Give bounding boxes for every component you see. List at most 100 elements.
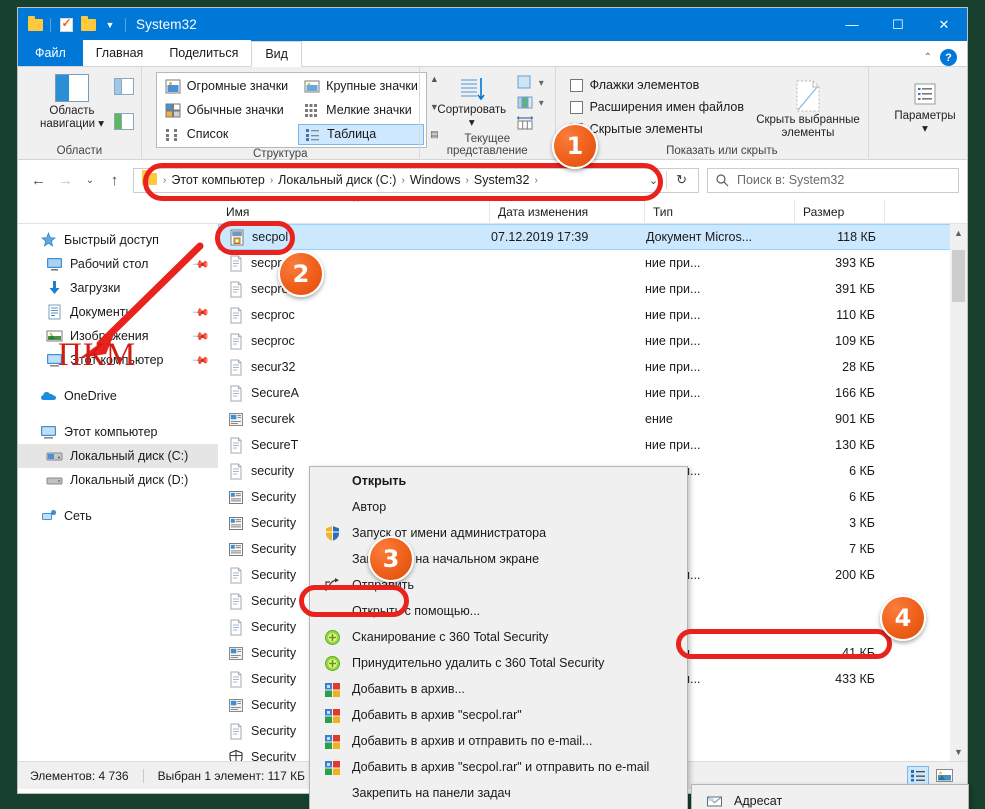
- layout-medium-icons[interactable]: Обычные значки: [159, 101, 294, 120]
- refresh-icon[interactable]: ↻: [667, 172, 696, 188]
- menu-item[interactable]: Принудительно удалить с 360 Total Securi…: [310, 650, 687, 676]
- maximize-button[interactable]: ☐: [875, 8, 921, 41]
- table-row[interactable]: SecureA ние при... 166 КБ: [218, 380, 967, 406]
- menu-item[interactable]: Добавить в архив и отправить по e-mail..…: [310, 728, 687, 754]
- up-button[interactable]: ↑: [102, 167, 127, 193]
- screenshot-root: ▼ System32 — ☐ ✕ Файл Главная Поделиться…: [0, 0, 985, 809]
- file-size-cell: 393 КБ: [835, 256, 875, 270]
- navigation-pane-button[interactable]: Область навигации ▾: [36, 72, 108, 131]
- badge-1: 1: [552, 123, 598, 169]
- scroll-down-icon[interactable]: ▼: [954, 747, 963, 761]
- hide-selected-items-button[interactable]: Скрыть выбранные элементы: [754, 72, 862, 140]
- search-box[interactable]: Поиск в: System32: [707, 167, 959, 193]
- menu-item[interactable]: Открыть: [310, 468, 687, 494]
- group-by-button[interactable]: ▾: [516, 94, 544, 112]
- menu-item[interactable]: Добавить в архив...: [310, 676, 687, 702]
- send-to-submenu[interactable]: АдресатДокументыПолучатель факсаРабочий …: [691, 784, 969, 809]
- breadcrumb-item-1[interactable]: Локальный диск (C:): [274, 171, 400, 189]
- hdd-icon: [46, 477, 63, 485]
- breadcrumb-item-2[interactable]: Windows: [406, 171, 465, 189]
- properties-icon[interactable]: [55, 14, 77, 36]
- sidebar-item-onedrive[interactable]: OneDrive: [18, 384, 218, 408]
- item-checkboxes-checkbox[interactable]: [569, 78, 583, 92]
- options-button[interactable]: Параметры ▾: [889, 78, 961, 136]
- menu-item[interactable]: Открыть с помощью...: [310, 598, 687, 624]
- minimize-button[interactable]: —: [829, 8, 875, 41]
- back-button[interactable]: ←: [26, 167, 51, 193]
- table-row[interactable]: securek ение 901 КБ: [218, 406, 967, 432]
- menu-item[interactable]: Автор: [310, 494, 687, 520]
- layout-small-icons[interactable]: Мелкие значки: [298, 101, 424, 120]
- sidebar-item-network[interactable]: Сеть: [18, 504, 218, 528]
- recent-locations-button[interactable]: ⌄: [80, 167, 100, 193]
- large-icons-view-button[interactable]: [933, 766, 955, 785]
- add-columns-button[interactable]: ▾: [516, 74, 544, 92]
- column-header-size[interactable]: Размер: [795, 199, 885, 224]
- collapse-ribbon-icon[interactable]: ⌃: [924, 52, 932, 63]
- breadcrumb-item-3[interactable]: System32: [470, 171, 534, 189]
- menu-item[interactable]: Запуск от имени администратора: [310, 520, 687, 546]
- column-header-spacer: [885, 200, 967, 224]
- hide-selected-icon: [796, 80, 820, 112]
- ribbon-group-options-label: [875, 157, 961, 160]
- scroll-thumb[interactable]: [952, 250, 965, 302]
- forward-button[interactable]: →: [53, 167, 78, 193]
- checkbox-file-extensions[interactable]: Расширения имен файлов: [569, 96, 744, 118]
- details-pane-icon[interactable]: [114, 113, 134, 130]
- sidebar-item-this-pc[interactable]: Этот компьютер: [18, 420, 218, 444]
- column-header-type[interactable]: Тип: [645, 199, 795, 224]
- sidebar-item-local-disk-d[interactable]: Локальный диск (D:): [18, 468, 218, 492]
- table-row[interactable]: secproc ние при... 391 КБ: [218, 276, 967, 302]
- sidebar-label-local-disk-d: Локальный диск (D:): [70, 473, 189, 487]
- sidebar-label-this-pc: Этот компьютер: [64, 425, 158, 439]
- sort-button[interactable]: Сортировать ▾: [436, 72, 508, 130]
- folder-icon[interactable]: [24, 14, 46, 36]
- breadcrumb-item-0[interactable]: Этот компьютер: [167, 171, 268, 189]
- vertical-scrollbar[interactable]: ▲ ▼: [950, 224, 967, 761]
- tab-view[interactable]: Вид: [251, 41, 302, 67]
- table-row[interactable]: secur32 ние при... 28 КБ: [218, 354, 967, 380]
- preview-pane-icon[interactable]: [114, 78, 134, 95]
- layout-details[interactable]: Таблица: [298, 123, 424, 145]
- tab-file[interactable]: Файл: [18, 40, 83, 66]
- menu-item[interactable]: Добавить в архив "secpol.rar": [310, 702, 687, 728]
- details-view-button[interactable]: [907, 766, 929, 785]
- menu-item[interactable]: Закрепить на начальном экране: [310, 546, 687, 572]
- file-name-label: SecureA: [251, 386, 299, 400]
- table-row[interactable]: secproc ние при... 109 КБ: [218, 328, 967, 354]
- file-size-cell: 901 КБ: [835, 412, 875, 426]
- menu-item[interactable]: Сканирование с 360 Total Security: [310, 624, 687, 650]
- add-columns-icon: [517, 75, 531, 89]
- customize-qat-caret-icon[interactable]: ▼: [99, 14, 121, 36]
- checkbox-item-checkboxes[interactable]: Флажки элементов: [569, 74, 744, 96]
- close-button[interactable]: ✕: [921, 8, 967, 41]
- tab-home[interactable]: Главная: [82, 40, 157, 66]
- context-menu[interactable]: Открыть Автор Запуск от имени администрато…: [309, 466, 688, 809]
- file-name-cell: SecureT: [218, 437, 490, 454]
- tab-share[interactable]: Поделиться: [156, 40, 252, 66]
- layout-large-icons[interactable]: Крупные значки: [298, 77, 424, 96]
- new-folder-icon[interactable]: [77, 14, 99, 36]
- sidebar-item-local-disk-c[interactable]: Локальный диск (C:): [18, 444, 218, 468]
- column-header-date[interactable]: Дата изменения: [490, 199, 645, 224]
- submenu-item[interactable]: Адресат: [692, 788, 968, 809]
- table-row[interactable]: secpol 07.12.2019 17:39 Документ Micros...…: [218, 224, 967, 250]
- menu-item[interactable]: Отправить: [310, 572, 687, 598]
- address-bar[interactable]: › Этот компьютер › Локальный диск (C:) ›…: [133, 167, 699, 193]
- scroll-up-icon[interactable]: ▲: [954, 224, 963, 238]
- menu-item[interactable]: Добавить в архив "secpol.rar" и отправит…: [310, 754, 687, 780]
- file-extensions-checkbox[interactable]: [569, 100, 583, 114]
- options-icon: [914, 83, 936, 105]
- file-type-cell: ние при...: [645, 308, 701, 322]
- layout-list[interactable]: Список: [159, 125, 294, 144]
- menu-item[interactable]: Закрепить на панели задач: [310, 780, 687, 806]
- layout-extra-large-icons[interactable]: Огромные значки: [159, 77, 294, 96]
- size-all-columns-button[interactable]: [516, 114, 544, 132]
- large-icons-icon: [304, 80, 320, 92]
- table-row[interactable]: secproc ние при... 110 КБ: [218, 302, 967, 328]
- table-row[interactable]: secproc ние при... 393 КБ: [218, 250, 967, 276]
- column-header-name[interactable]: Имя ^: [218, 196, 490, 224]
- address-dropdown-icon[interactable]: ⌄: [641, 174, 666, 187]
- table-row[interactable]: SecureT ние при... 130 КБ: [218, 432, 967, 458]
- help-button[interactable]: ?: [940, 49, 957, 66]
